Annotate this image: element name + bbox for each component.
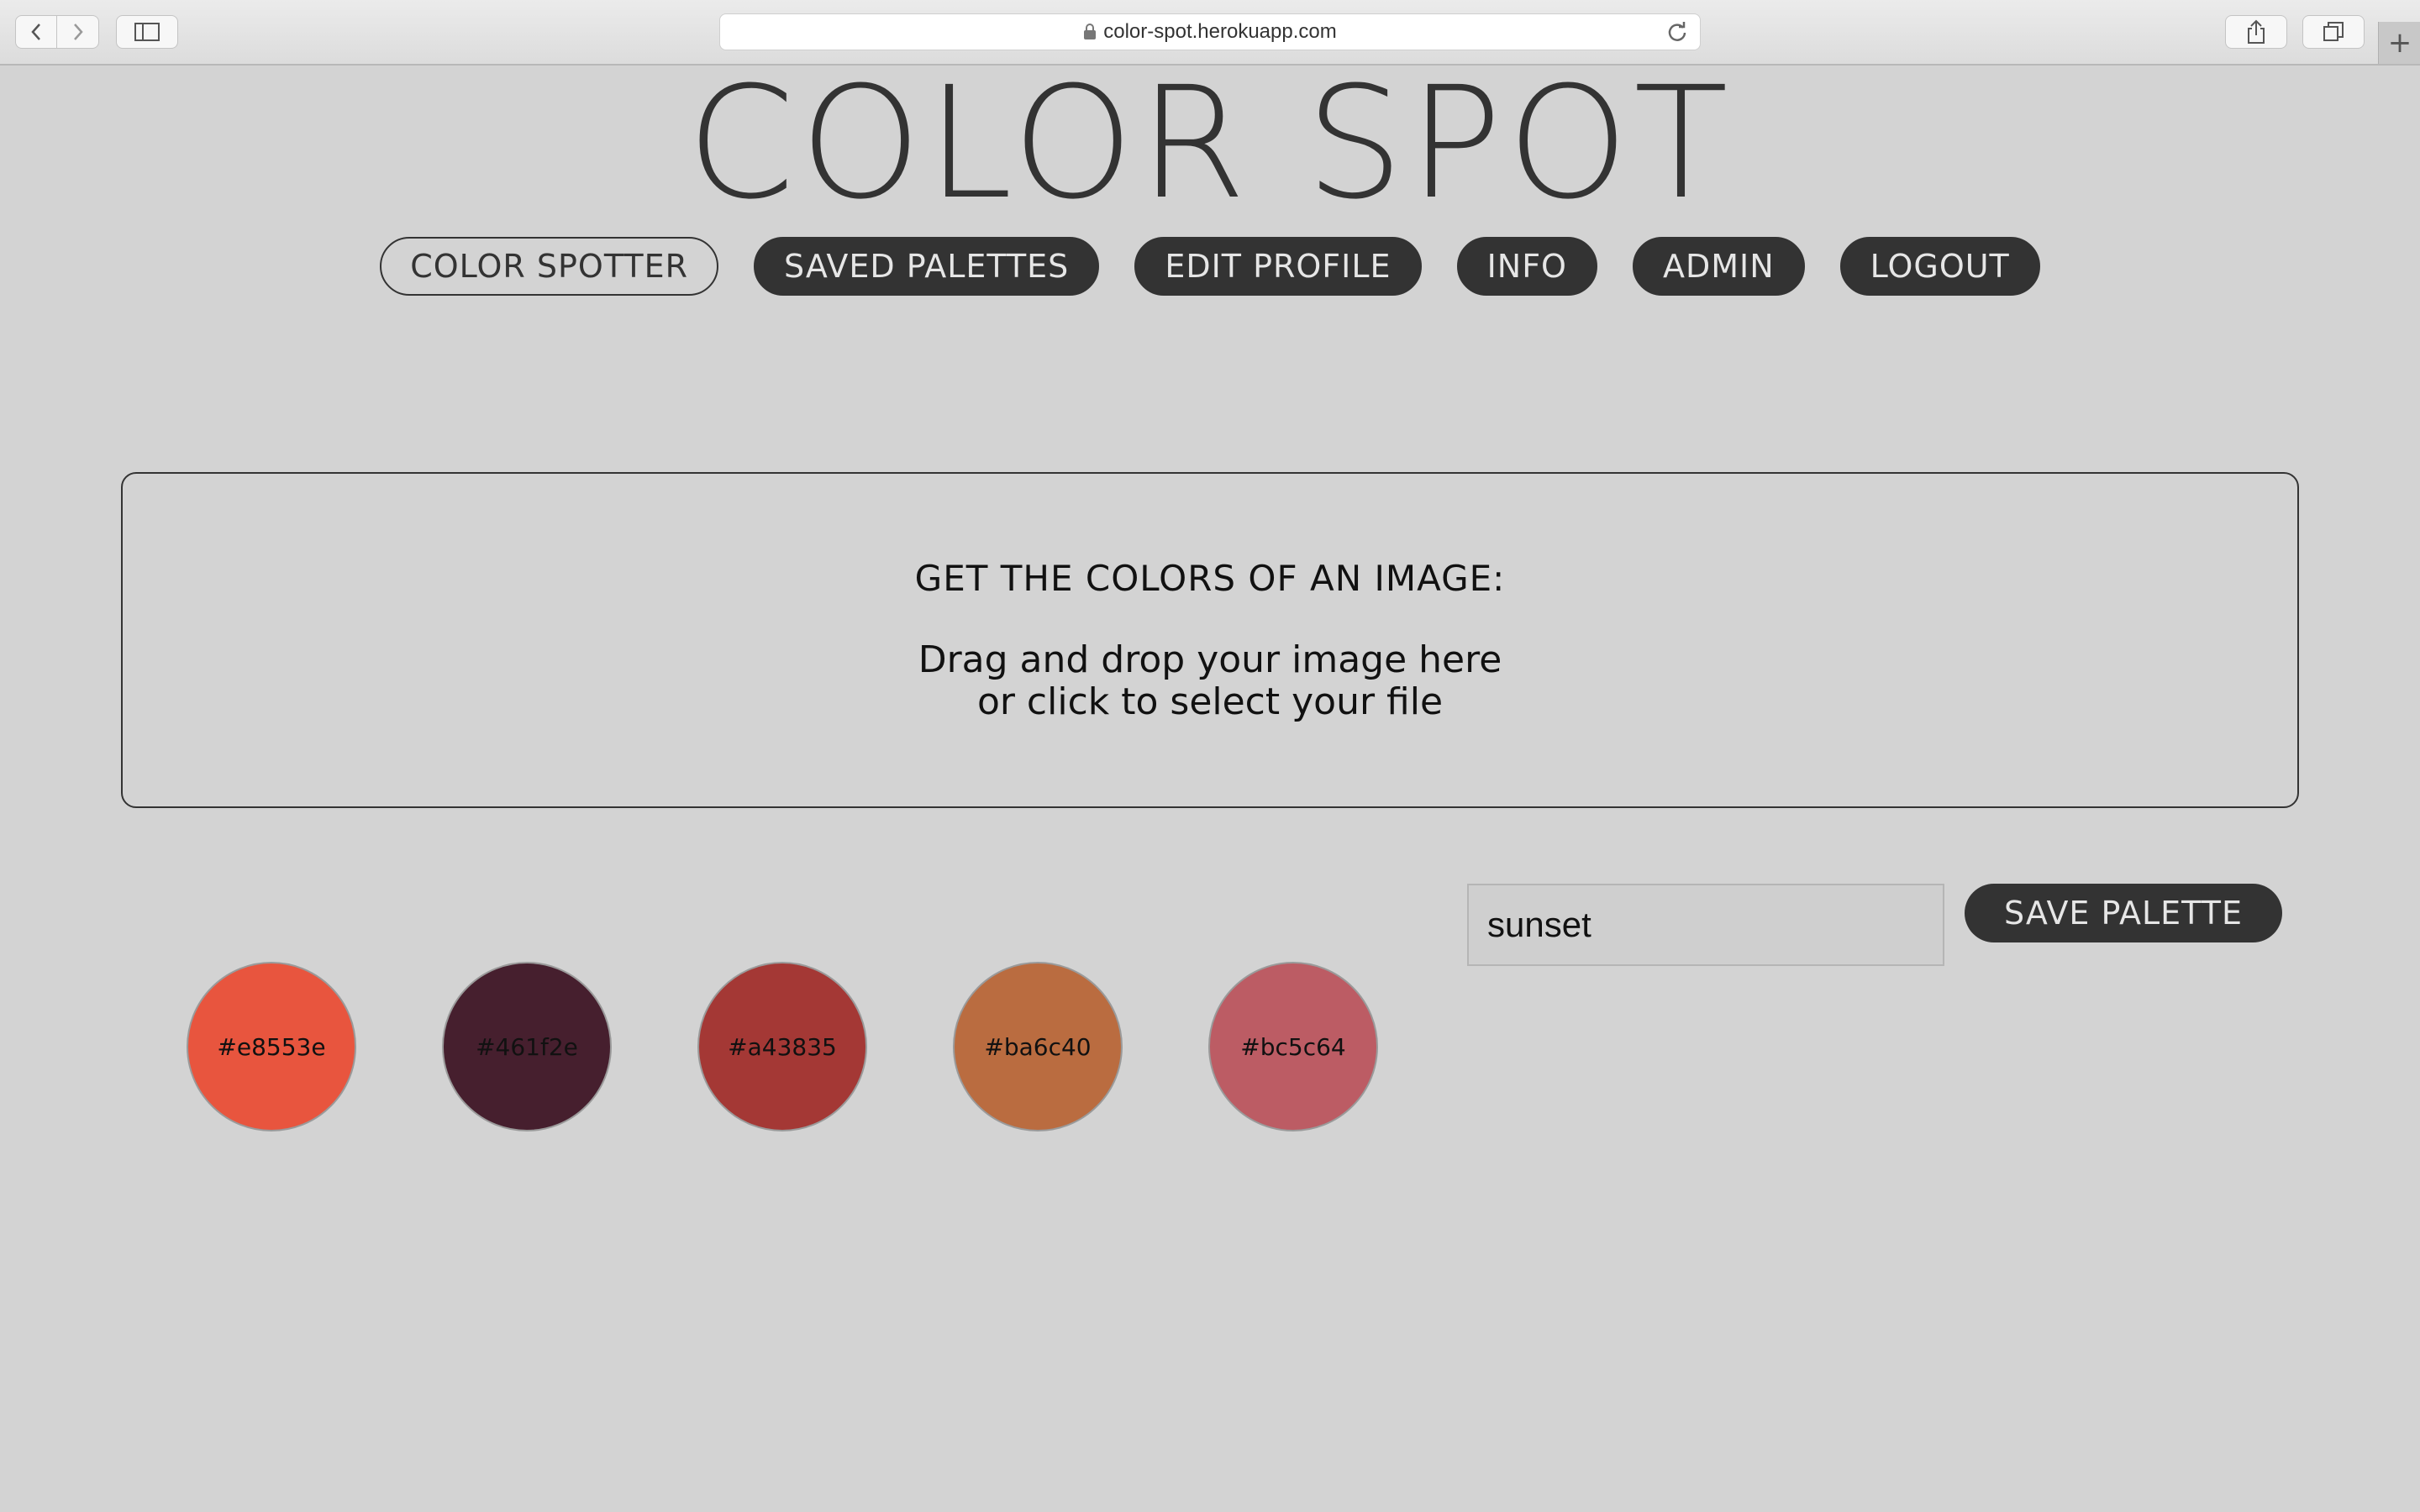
color-swatch[interactable]: #bc5c64 [1208, 962, 1378, 1131]
lock-icon [1083, 24, 1097, 40]
nav-saved-palettes[interactable]: SAVED PALETTES [754, 237, 1100, 296]
back-button[interactable] [15, 15, 57, 49]
color-swatch[interactable]: #e8553e [187, 962, 356, 1131]
reload-icon[interactable] [1666, 21, 1688, 49]
image-dropzone[interactable]: GET THE COLORS OF AN IMAGE: Drag and dro… [121, 472, 2299, 808]
nav-color-spotter[interactable]: COLOR SPOTTER [380, 237, 719, 296]
chevron-left-icon [31, 24, 40, 40]
save-palette-button[interactable]: SAVE PALETTE [1965, 884, 2282, 942]
main-nav: COLOR SPOTTER SAVED PALETTES EDIT PROFIL… [0, 237, 2420, 296]
plus-icon: + [2387, 26, 2412, 60]
dropzone-instruction-secondary: or click to select your file [976, 680, 1444, 723]
address-bar[interactable]: color-spot.herokuapp.com [719, 13, 1701, 50]
color-swatch[interactable]: #ba6c40 [953, 962, 1123, 1131]
tab-overview-button[interactable] [2302, 15, 2365, 49]
dropzone-heading: GET THE COLORS OF AN IMAGE: [914, 558, 1506, 599]
color-swatch[interactable]: #a43835 [697, 962, 867, 1131]
url-text: color-spot.herokuapp.com [1103, 20, 1337, 43]
palette-name-input[interactable] [1467, 884, 1944, 966]
chevron-right-icon [73, 24, 83, 40]
forward-button[interactable] [57, 15, 99, 49]
nav-edit-profile[interactable]: EDIT PROFILE [1134, 237, 1422, 296]
share-icon [2248, 19, 2265, 44]
dropzone-instruction: Drag and drop your image here [918, 638, 1502, 681]
sidebar-toggle-button[interactable] [116, 15, 178, 49]
tabs-icon [2323, 22, 2344, 41]
color-swatch[interactable]: #461f2e [442, 962, 612, 1131]
sidebar-icon [134, 23, 160, 41]
nav-info[interactable]: INFO [1456, 237, 1597, 296]
site-title: COLOR SPOT [687, 54, 1733, 234]
nav-logout[interactable]: LOGOUT [1839, 237, 2040, 296]
nav-admin[interactable]: ADMIN [1632, 237, 1805, 296]
share-button[interactable] [2225, 15, 2287, 49]
new-tab-button[interactable]: + [2378, 22, 2420, 64]
